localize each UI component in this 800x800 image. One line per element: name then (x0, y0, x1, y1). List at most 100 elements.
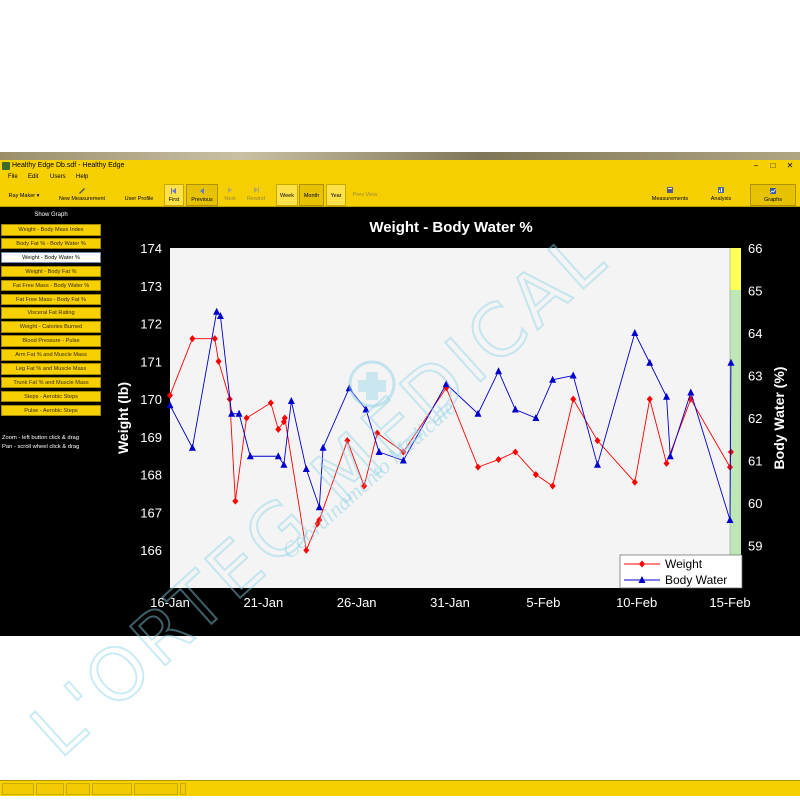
week-label: Week (280, 193, 294, 199)
show-graph-header: Show Graph (34, 212, 68, 218)
x-tick-label: 10-Feb (616, 595, 657, 610)
body-water-high-zone (730, 248, 741, 290)
app-window: Healthy Edge Db.sdf - Healthy Edge – □ ✕… (0, 160, 800, 796)
dropdown-arrow-icon: ▾ (36, 193, 40, 199)
first-label: First (168, 197, 180, 203)
screenshot-stage: Healthy Edge Db.sdf - Healthy Edge – □ ✕… (0, 0, 800, 800)
y2-tick-label: 62 (748, 411, 762, 426)
new-measurement-button[interactable]: New Measurement (50, 184, 114, 206)
graph-option-visceral-fat-rating[interactable]: Visceral Fat Rating (1, 307, 101, 319)
menu-edit[interactable]: Edit (28, 172, 38, 183)
user-profile-label: User Profile (124, 196, 154, 202)
next-button[interactable]: Next (220, 184, 240, 206)
rewind-label: Rewind (246, 196, 266, 202)
legend-weight-label: Weight (665, 557, 703, 571)
x-tick-label: 15-Feb (709, 595, 750, 610)
x-tick-label: 26-Jan (337, 595, 377, 610)
y2-tick-label: 64 (748, 326, 762, 341)
menu-bar: File Edit Users Help (0, 172, 800, 183)
y-tick-label: 173 (140, 279, 162, 294)
graph-option-body-fat-body-water[interactable]: Body Fat % - Body Water % (1, 237, 101, 250)
minimize-button[interactable]: – (748, 161, 764, 171)
y-tick-label: 169 (140, 430, 162, 445)
y2-tick-label: 59 (748, 539, 762, 554)
y-tick-label: 166 (140, 543, 162, 558)
toolbar: Ray Maker ▾ New Measurement User Profile… (0, 183, 800, 207)
status-segment (92, 783, 132, 795)
graph-option-weight-body-fat[interactable]: Weight - Body Fat % (1, 265, 101, 278)
status-segment (134, 783, 178, 795)
measurements-icon (667, 187, 673, 193)
graph-option-weight-body-water[interactable]: Weight - Body Water % (1, 251, 101, 264)
maximize-button[interactable]: □ (765, 161, 781, 171)
weight-body-water-chart[interactable]: Weight - Body Water % 166 167 168 169 170 171 1… (102, 207, 800, 636)
graphs-button[interactable]: Graphs (750, 184, 796, 206)
chart-area[interactable]: Weight - Body Water % 166 167 168 169 170 171 1… (102, 207, 800, 636)
pencil-icon (79, 188, 85, 194)
measurements-button[interactable]: Measurements (644, 184, 696, 206)
y-tick-label: 170 (140, 392, 162, 407)
next-label: Next (224, 196, 236, 202)
previous-label: Previous (191, 197, 213, 203)
prev-view-button[interactable]: Prev View (348, 184, 382, 206)
y2-axis-label: Body Water (%) (771, 367, 787, 470)
first-button[interactable]: First (164, 184, 184, 206)
menu-users[interactable]: Users (50, 172, 66, 183)
analysis-icon (718, 187, 724, 193)
status-segment (36, 783, 64, 795)
graph-option-fat-free-mass-body-water[interactable]: Fat Free Mass - Body Water % (1, 279, 101, 292)
y-tick-label: 171 (140, 354, 162, 369)
y-tick-label: 174 (140, 241, 162, 256)
menu-file[interactable]: File (8, 172, 18, 183)
close-button[interactable]: ✕ (782, 161, 798, 171)
graph-option-weight-calories-burned[interactable]: Weight - Calories Burned (1, 321, 101, 333)
user-name: Ray Maker (8, 193, 36, 199)
analysis-button[interactable]: Analysis (704, 184, 738, 206)
graph-option-steps-aerobic-steps[interactable]: Steps - Aerobic Steps (1, 390, 101, 403)
x-tick-label: 31-Jan (430, 595, 470, 610)
y-tick-label: 172 (140, 317, 162, 332)
graph-option-trunk-fat-and-muscle-mass[interactable]: Trunk Fat % and Muscle Mass (1, 376, 101, 389)
status-segment (180, 783, 186, 795)
y2-tick-label: 66 (748, 241, 762, 256)
window-title: Healthy Edge Db.sdf - Healthy Edge (12, 162, 125, 169)
year-label: Year (330, 193, 342, 199)
y2-tick-label: 61 (748, 454, 762, 469)
x-tick-label: 5-Feb (526, 595, 560, 610)
graph-option-arm-fat-and-muscle-mass[interactable]: Arm Fat % and Muscle Mass (1, 349, 101, 361)
y2-tick-label: 60 (748, 496, 762, 511)
previous-button[interactable]: Previous (186, 184, 218, 206)
x-tick-label: 21-Jan (243, 595, 283, 610)
graph-sidebar: Show Graph Weight - Body Mass Index Body … (0, 207, 102, 636)
graphs-label: Graphs (763, 197, 783, 203)
status-segment (66, 783, 90, 795)
measurements-label: Measurements (651, 196, 689, 202)
prev-view-label: Prev View (352, 192, 378, 198)
graph-option-leg-fat-and-muscle-mass[interactable]: Leg Fat % and Muscle Mass (1, 363, 101, 375)
year-button[interactable]: Year (326, 184, 346, 206)
zoom-hint: Zoom - left button click & drag (2, 435, 80, 441)
month-button[interactable]: Month (299, 184, 324, 206)
graph-option-blood-pressure-pulse[interactable]: Blood Pressure - Pulse (1, 335, 101, 347)
x-tick-label: 16-Jan (150, 595, 190, 610)
graph-option-weight-body-mass-index[interactable]: Weight - Body Mass Index (1, 224, 101, 236)
analysis-label: Analysis (710, 196, 732, 202)
rewind-button[interactable]: Rewind (242, 184, 270, 206)
menu-help[interactable]: Help (76, 172, 88, 183)
user-selector[interactable]: Ray Maker ▾ (2, 184, 46, 206)
y-tick-label: 167 (140, 505, 162, 520)
week-button[interactable]: Week (276, 184, 298, 206)
legend-water-label: Body Water (665, 573, 727, 587)
body-water-normal-zone (730, 290, 741, 588)
next-arrow-icon (228, 187, 232, 193)
graphs-icon (770, 188, 776, 194)
y2-tick-label: 63 (748, 369, 762, 384)
status-segment (2, 783, 34, 795)
title-bar: Healthy Edge Db.sdf - Healthy Edge – □ ✕ (0, 160, 800, 172)
desktop-background-strip (0, 152, 800, 160)
y-axis-label: Weight (lb) (115, 382, 131, 454)
graph-option-pulse-aerobic-steps[interactable]: Pulse - Aerobic Steps (1, 404, 101, 417)
first-arrow-icon (171, 188, 176, 194)
user-profile-button[interactable]: User Profile (119, 184, 159, 206)
graph-option-fat-free-mass-body-fat[interactable]: Fat Free Mass - Body Fat % (1, 293, 101, 305)
